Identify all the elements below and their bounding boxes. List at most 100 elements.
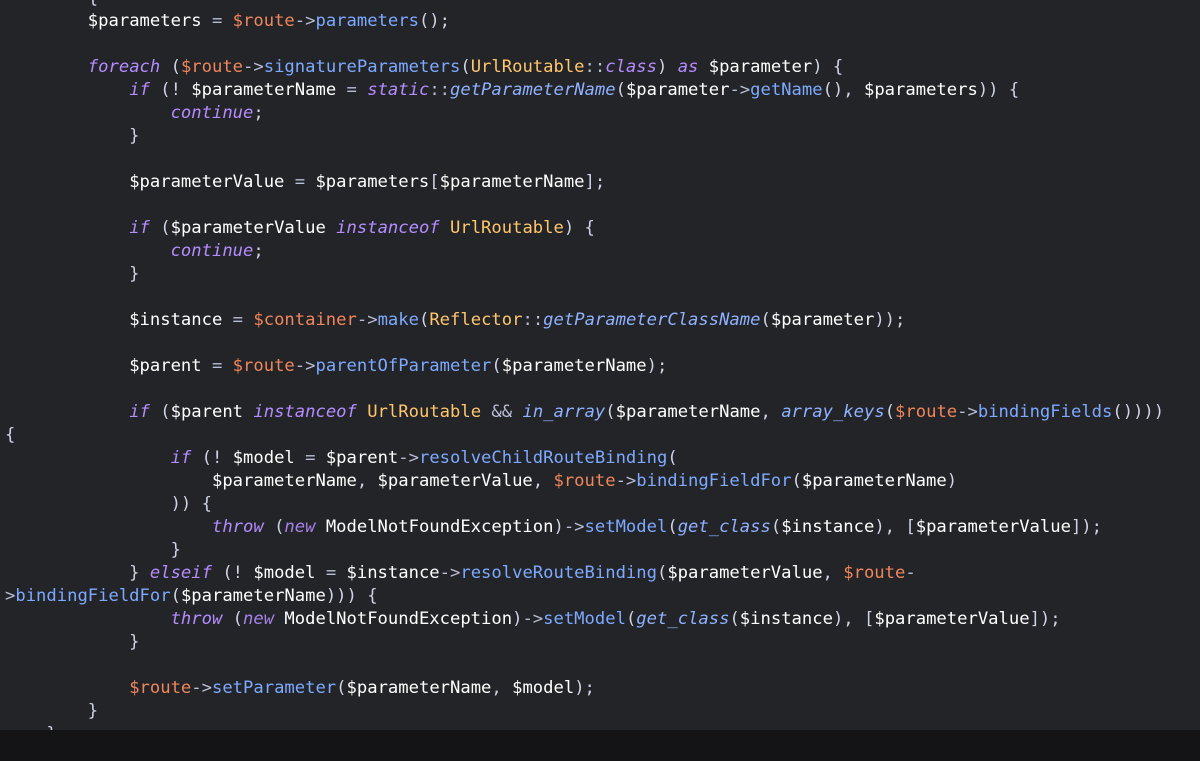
code-token: )) { bbox=[5, 494, 212, 514]
code-token: > bbox=[5, 586, 16, 606]
code-token: -> bbox=[243, 57, 264, 77]
code-token: $parameterName bbox=[346, 678, 492, 698]
code-token: (! bbox=[211, 563, 254, 583]
code-token: $parameterValue bbox=[667, 563, 823, 583]
code-token: instanceof bbox=[253, 402, 357, 422]
code-token: ) bbox=[553, 517, 564, 537]
code-token: getName bbox=[750, 80, 823, 100]
code-token: ( bbox=[656, 563, 668, 583]
code-token: $parameterName bbox=[615, 402, 761, 422]
code-token: ; bbox=[253, 241, 264, 261]
code-token: setParameter bbox=[211, 678, 337, 698]
code-token: resolveChildRouteBinding bbox=[418, 448, 668, 468]
code-token: parentOfParameter bbox=[315, 356, 492, 376]
code-line: } bbox=[5, 263, 139, 286]
code-token: [ bbox=[429, 172, 440, 192]
code-token: array_keys bbox=[781, 402, 885, 422]
code-token: ( bbox=[605, 402, 616, 422]
code-token: bindingFields bbox=[977, 402, 1113, 422]
code-token: class bbox=[605, 57, 657, 77]
code-token: ( bbox=[160, 57, 181, 77]
code-token: $instance bbox=[781, 517, 875, 537]
code-token: } bbox=[5, 632, 140, 652]
code-token: -> bbox=[729, 80, 751, 100]
code-token: new bbox=[284, 517, 316, 537]
code-token: ))) { bbox=[325, 586, 378, 606]
code-token: } bbox=[5, 126, 140, 146]
code-token: $parameterValue bbox=[915, 517, 1071, 537]
code-line: if ($parameterValue instanceof UrlRoutab… bbox=[5, 217, 595, 240]
code-token: getParameterClassName bbox=[543, 310, 761, 330]
code-line: )) { bbox=[5, 493, 212, 516]
code-token: (), bbox=[822, 80, 864, 100]
code-line: } bbox=[5, 125, 140, 148]
code-token: ( bbox=[263, 517, 285, 537]
code-token: if bbox=[170, 448, 192, 468]
code-token: $parameterName bbox=[191, 80, 337, 100]
code-token: $route bbox=[553, 471, 616, 491]
code-token: ) bbox=[946, 471, 958, 491]
code-token: get_class bbox=[636, 609, 730, 629]
code-line: { bbox=[5, 0, 98, 10]
code-token: $parameters bbox=[863, 80, 978, 100]
code-token: setModel bbox=[584, 517, 668, 537]
code-token: static bbox=[367, 80, 430, 100]
code-token: :: bbox=[584, 57, 606, 77]
code-token: ), [ bbox=[874, 517, 916, 537]
code-line: } elseif (! $model = $instance->resolveR… bbox=[5, 562, 916, 585]
code-token: $parameterName bbox=[180, 586, 326, 606]
code-token: $parameterName bbox=[439, 172, 585, 192]
code-token: $instance bbox=[129, 310, 223, 330]
code-token: bindingFieldFor bbox=[15, 586, 171, 606]
code-token: throw bbox=[211, 517, 264, 537]
code-line: $parameterName, $parameterValue, $route-… bbox=[5, 470, 957, 493]
code-token: $route bbox=[895, 402, 958, 422]
code-token: ) { bbox=[563, 218, 595, 238]
code-token: = bbox=[284, 172, 316, 192]
code-editor[interactable]: { $parameters = $route->parameters(); fo… bbox=[0, 0, 1200, 730]
code-token: ( bbox=[491, 356, 502, 376]
code-token: $route bbox=[843, 563, 906, 583]
code-token: -> bbox=[957, 402, 978, 422]
code-token: UrlRoutable bbox=[470, 57, 585, 77]
code-token: $route bbox=[232, 11, 295, 31]
code-token: :: bbox=[522, 310, 544, 330]
code-token: $parent bbox=[325, 448, 399, 468]
code-token: && bbox=[481, 402, 523, 422]
code-token: } bbox=[5, 540, 181, 560]
code-token: ) { bbox=[812, 57, 844, 77]
code-token: $parameterValue bbox=[129, 172, 285, 192]
bottom-bar bbox=[0, 730, 1200, 761]
code-token: -> bbox=[522, 609, 544, 629]
code-token: setModel bbox=[543, 609, 626, 629]
code-token: ); bbox=[574, 678, 595, 698]
code-token: { bbox=[5, 425, 16, 445]
code-token: -> bbox=[294, 356, 316, 376]
code-token: $parameterName bbox=[801, 471, 947, 491]
code-token: = bbox=[222, 310, 254, 330]
code-token: } bbox=[5, 563, 150, 583]
code-token: ( bbox=[729, 609, 740, 629]
code-token: $parent bbox=[129, 356, 202, 376]
code-token: in_array bbox=[522, 402, 606, 422]
code-token: (! bbox=[149, 80, 192, 100]
code-token: ( bbox=[615, 80, 626, 100]
code-token: - bbox=[905, 563, 916, 583]
code-line: } bbox=[5, 700, 98, 723]
code-token: getParameterName bbox=[450, 80, 616, 100]
code-line: continue; bbox=[5, 102, 264, 125]
code-token: resolveRouteBinding bbox=[460, 563, 657, 583]
code-token: as bbox=[677, 57, 699, 77]
code-token: ( bbox=[625, 609, 637, 629]
code-token: (! bbox=[191, 448, 233, 468]
code-line: foreach ($route->signatureParameters(Url… bbox=[5, 56, 843, 79]
code-line: } bbox=[5, 631, 140, 654]
code-token: ; bbox=[253, 103, 264, 123]
code-token: ( bbox=[667, 517, 678, 537]
code-line: $route->setParameter($parameterName, $mo… bbox=[5, 677, 595, 700]
